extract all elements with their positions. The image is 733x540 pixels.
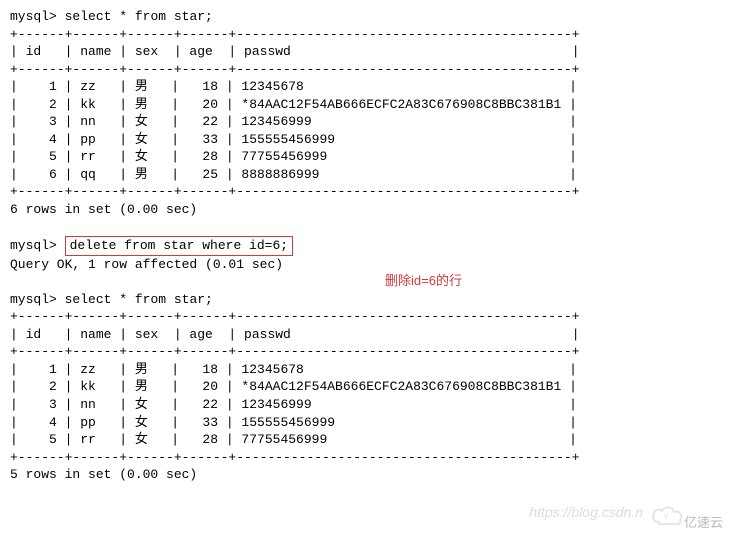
mysql-prompt: mysql>: [10, 9, 57, 24]
table-row: | 2 | kk | 男 | 20 | *84AAC12F54AB666ECFC…: [10, 96, 723, 114]
table-row: | 1 | zz | 男 | 18 | 12345678 |: [10, 78, 723, 96]
query-line-2: mysql> select * from star;: [10, 291, 723, 309]
query-line-delete: mysql> delete from star where id=6;: [10, 236, 723, 256]
table-row: | 3 | nn | 女 | 22 | 123456999 |: [10, 396, 723, 414]
table-row: | 2 | kk | 男 | 20 | *84AAC12F54AB666ECFC…: [10, 378, 723, 396]
result-count-2: 5 rows in set (0.00 sec): [10, 466, 723, 484]
table-border: +------+------+------+------+-----------…: [10, 308, 723, 326]
table-row: | 4 | pp | 女 | 33 | 155555456999 |: [10, 414, 723, 432]
mysql-prompt: mysql>: [10, 238, 57, 253]
table-border: +------+------+------+------+-----------…: [10, 183, 723, 201]
watermark-csdn: https://blog.csdn.n: [529, 503, 643, 522]
table-border: +------+------+------+------+-----------…: [10, 61, 723, 79]
annotation-text: 删除id=6的行: [385, 272, 462, 290]
table-row: | 1 | zz | 男 | 18 | 12345678 |: [10, 361, 723, 379]
sql-delete-highlighted: delete from star where id=6;: [65, 236, 293, 256]
table-border: +------+------+------+------+-----------…: [10, 26, 723, 44]
table-row: | 5 | rr | 女 | 28 | 77755456999 |: [10, 148, 723, 166]
sql-select-2: select * from star;: [65, 292, 213, 307]
table-border: +------+------+------+------+-----------…: [10, 343, 723, 361]
table-header: | id | name | sex | age | passwd |: [10, 43, 723, 61]
table-row: | 3 | nn | 女 | 22 | 123456999 |: [10, 113, 723, 131]
delete-result: Query OK, 1 row affected (0.01 sec): [10, 256, 723, 274]
table-border: +------+------+------+------+-----------…: [10, 449, 723, 467]
query-line-1: mysql> select * from star;: [10, 8, 723, 26]
table-header: | id | name | sex | age | passwd |: [10, 326, 723, 344]
table-row: | 4 | pp | 女 | 33 | 155555456999 |: [10, 131, 723, 149]
mysql-prompt: mysql>: [10, 292, 57, 307]
cloud-icon: Y: [651, 504, 685, 526]
svg-text:Y: Y: [663, 512, 669, 522]
result-count-1: 6 rows in set (0.00 sec): [10, 201, 723, 219]
sql-select-1: select * from star;: [65, 9, 213, 24]
watermark-logo-text: 亿速云: [684, 514, 723, 532]
table-row: | 5 | rr | 女 | 28 | 77755456999 |: [10, 431, 723, 449]
table-row: | 6 | qq | 男 | 25 | 8888886999 |: [10, 166, 723, 184]
